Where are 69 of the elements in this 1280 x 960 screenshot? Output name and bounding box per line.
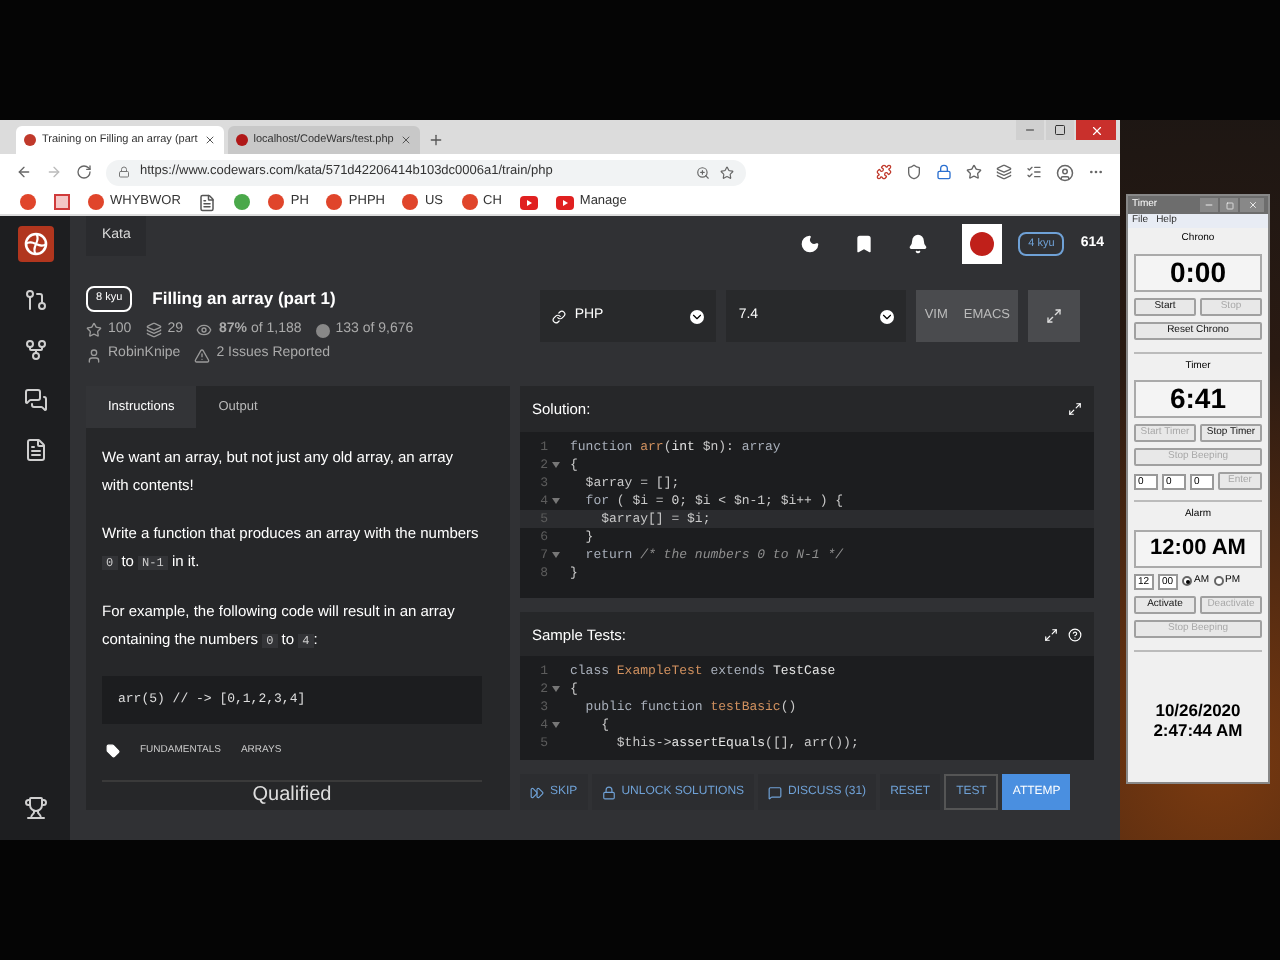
expand-icon[interactable] [1068,402,1082,416]
fold-arrow-icon[interactable] [552,686,560,693]
help-icon[interactable] [1068,627,1082,642]
favicon-icon [24,134,36,146]
play-icon [555,195,574,209]
fold-arrow-icon[interactable] [552,462,560,468]
fold-arrow-icon[interactable] [552,498,560,504]
radio-button[interactable] [1182,576,1192,586]
maximize-icon [1225,201,1233,209]
kata-title: Filling an array (part 1) [152,286,336,312]
qualified-logo: Qualified [252,783,332,807]
back-icon[interactable] [16,164,32,180]
timer-display: 6:41 [1134,380,1262,418]
lock-extension-icon[interactable] [936,164,952,180]
expand-icon[interactable] [1044,627,1058,642]
radio-button[interactable] [1213,576,1223,586]
shield-icon[interactable] [906,164,922,180]
lock-icon [118,166,130,178]
time-text: 2:47:44 AM [1153,719,1243,740]
avatar[interactable] [962,224,1003,264]
maximize-icon [1054,124,1066,136]
chat-icon [768,785,783,800]
close-icon[interactable] [399,134,412,146]
favorites-icon[interactable] [966,164,982,180]
document-icon[interactable] [23,438,47,462]
new-tab-icon[interactable] [427,132,444,148]
fast-forward-icon [530,785,544,800]
square-icon [54,194,70,210]
reload-icon[interactable] [76,164,92,180]
fork-icon[interactable] [23,338,47,362]
warning-icon [194,347,211,363]
fold-arrow-icon[interactable] [552,722,560,729]
fold-arrow-icon[interactable] [552,552,560,558]
profile-icon[interactable] [1056,163,1074,181]
stack-icon [145,322,162,338]
star-icon[interactable] [720,165,734,179]
logo-icon[interactable] [17,226,53,262]
collections-icon[interactable] [996,164,1012,180]
close-icon [1089,123,1103,137]
chrono-display: 0:00 [1134,253,1262,291]
alarm-display: 12:00 AM [1134,529,1262,567]
close-icon[interactable] [203,134,216,146]
minimize-icon [1204,200,1214,210]
practice-icon[interactable] [23,288,47,312]
list-icon[interactable] [1026,164,1042,180]
maximize-button[interactable] [1046,120,1074,140]
minimize-icon [1024,124,1036,136]
star-icon [86,322,102,338]
play-icon [519,195,538,209]
chevron-icon [880,309,895,323]
discussion-icon[interactable] [23,388,47,412]
eye-icon [196,322,213,338]
chevron-icon [690,309,705,323]
bookmark-icon[interactable] [854,234,875,254]
moon-icon[interactable] [800,234,821,254]
extension-icon[interactable] [876,164,892,180]
lock-icon [601,785,616,800]
trophy-icon[interactable] [23,796,47,820]
bell-icon[interactable] [908,234,929,254]
user-icon [86,347,102,363]
tag-icon [106,744,120,759]
fullscreen-icon [1046,308,1062,324]
page-icon [198,193,217,211]
favicon-icon [235,134,248,146]
leaf-icon [234,194,251,210]
date-text: 10/26/2020 [1155,699,1241,720]
close-button[interactable] [1240,198,1264,212]
zoom-icon[interactable] [696,165,710,179]
link-icon [552,309,567,323]
